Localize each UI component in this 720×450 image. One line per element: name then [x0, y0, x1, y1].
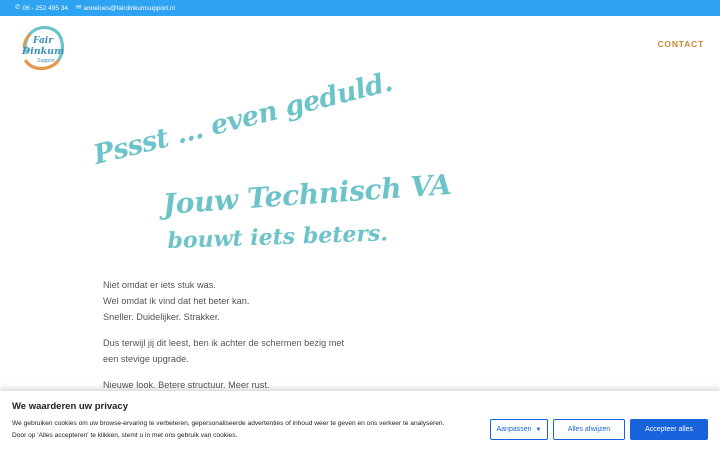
hero-line-1: Pssst ... even geduld. — [90, 66, 396, 171]
logo-text-fair: Fair — [32, 36, 54, 46]
email-address: anneloes@fairdinkumsupport.nl — [83, 4, 175, 12]
cookie-text-line-2: Door op 'Alles accepteren' te klikken, s… — [12, 432, 238, 439]
text-line: een stevige upgrade. — [103, 354, 189, 364]
phone-icon: ✆ — [15, 3, 21, 11]
accept-all-button[interactable]: Accepteer alles — [630, 419, 708, 440]
cookie-text-line-1: We gebruiken cookies om uw browse-ervari… — [12, 420, 445, 427]
site-logo[interactable]: Fair Dinkum Support — [18, 21, 68, 73]
paragraph-1: Niet omdat er iets stuk was. Wel omdat i… — [103, 277, 363, 325]
customize-button[interactable]: Aanpassen ▼ — [490, 419, 548, 440]
cookie-title: We waarderen uw privacy — [12, 401, 128, 412]
top-bar: ✆ 06 - 252 495 34 ✉ anneloes@fairdinkums… — [0, 0, 720, 16]
hero-line-2: Jouw Technisch VA — [161, 167, 453, 221]
email-link[interactable]: ✉ anneloes@fairdinkumsupport.nl — [76, 3, 175, 12]
main-content: Niet omdat er iets stuk was. Wel omdat i… — [103, 277, 363, 403]
phone-number: 06 - 252 495 34 — [22, 4, 68, 12]
paragraph-2: Dus terwijl jij dit leest, ben ik achter… — [103, 335, 363, 367]
reject-all-button[interactable]: Alles afwijzen — [553, 419, 625, 440]
logo-text-dinkum: Dinkum — [21, 46, 64, 57]
text-line: Dus terwijl jij dit leest, ben ik achter… — [103, 338, 345, 348]
logo-text-support: Support — [37, 58, 55, 64]
hero-line-3: bouwt iets beters. — [167, 220, 389, 254]
customize-label: Aanpassen — [496, 426, 532, 433]
cookie-banner: We waarderen uw privacy We gebruiken coo… — [0, 391, 720, 450]
site-header: Fair Dinkum Support CONTACT — [0, 16, 720, 78]
text-line: Niet omdat er iets stuk was. — [103, 280, 216, 290]
phone-link[interactable]: ✆ 06 - 252 495 34 — [15, 3, 68, 12]
cookie-description: We gebruiken cookies om uw browse-ervari… — [12, 418, 482, 442]
text-line: Sneller. Duidelijker. Strakker. — [103, 312, 220, 322]
hero-heading: Pssst ... even geduld. Jouw Technisch VA… — [90, 67, 453, 272]
nav-contact-link[interactable]: CONTACT — [657, 39, 704, 49]
envelope-icon: ✉ — [76, 3, 82, 11]
text-line: Wel omdat ik vind dat het beter kan. — [103, 296, 250, 306]
caret-down-icon: ▼ — [535, 426, 542, 433]
